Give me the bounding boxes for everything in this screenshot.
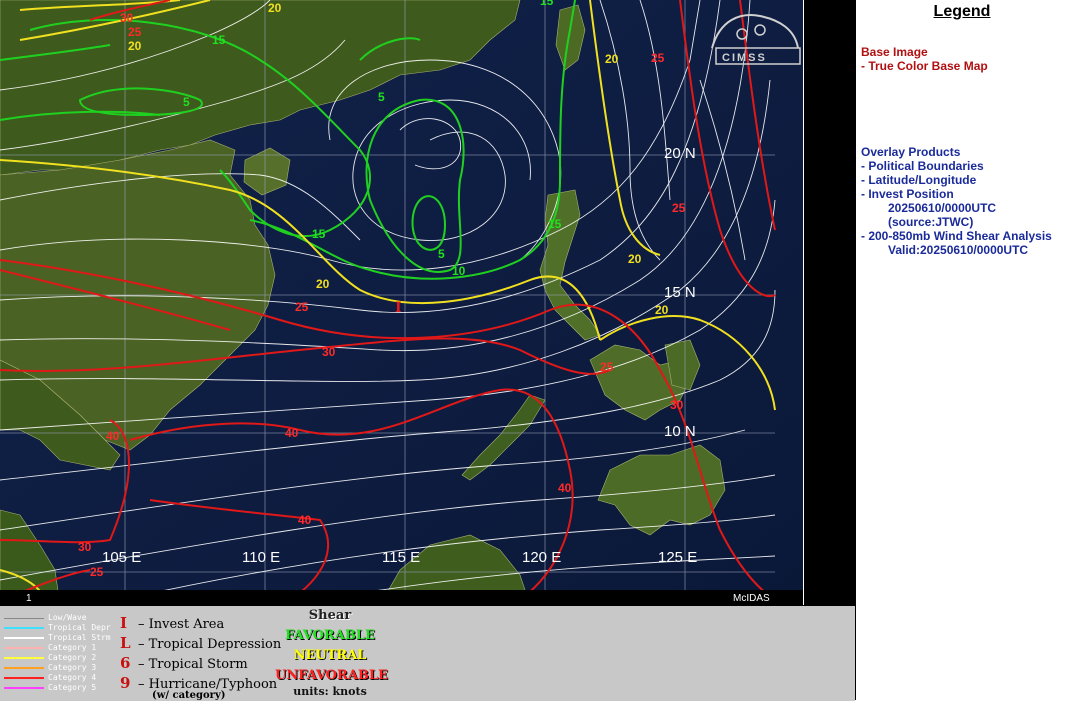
- lat-label-15n: 15 N: [664, 284, 696, 301]
- contour-label: 15: [548, 217, 562, 231]
- contour-label: 30: [78, 540, 92, 554]
- overlay-header: Overlay Products: [861, 145, 961, 159]
- storm-key-panel: Low/Wave Tropical Depr Tropical Strm Cat…: [0, 605, 855, 701]
- shear-title: Shear: [308, 608, 352, 623]
- map-footer-bar: [0, 590, 803, 605]
- lat-label-20n: 20 N: [664, 145, 696, 162]
- contour-label: 30: [120, 11, 134, 25]
- legend-title: Legend: [933, 3, 991, 20]
- category-note: (w/ category): [152, 690, 226, 701]
- key-row-low: Low/Wave: [4, 613, 87, 623]
- key-row-cat5: Category 5: [4, 683, 96, 693]
- legend-panel: Legend Base Image - True Color Base Map …: [855, 0, 1067, 700]
- overlay-item-boundaries: - Political Boundaries: [861, 159, 984, 173]
- units-label: units: knots: [293, 685, 367, 698]
- overlay-item-shear: - 200-850mb Wind Shear Analysis: [861, 229, 1052, 243]
- cimss-logo-text: CIMSS: [722, 52, 767, 64]
- shear-neutral: NEUTRAL: [293, 648, 367, 663]
- contour-label: 10: [452, 264, 466, 278]
- contour-label: 25: [295, 300, 309, 314]
- symbol-td: L – Tropical Depression: [120, 634, 282, 652]
- key-row-cat1: Category 1: [4, 643, 96, 653]
- key-row-td: Tropical Depr: [4, 623, 111, 633]
- key-row-cat4: Category 4: [4, 673, 96, 683]
- contour-label: 20: [628, 252, 642, 266]
- contour-label: 25: [128, 25, 142, 39]
- contour-label: 20: [605, 52, 619, 66]
- contour-label: 30: [322, 345, 336, 359]
- overlay-shear-valid: Valid:20250610/0000UTC: [888, 243, 1029, 257]
- overlay-item-invest: - Invest Position: [861, 187, 954, 201]
- lon-label-115e: 115 E: [382, 549, 420, 566]
- contour-label: 25: [651, 51, 665, 65]
- base-image-item: - True Color Base Map: [861, 59, 988, 73]
- contour-label: 5: [438, 247, 445, 261]
- shear-map: 15 5 5 15 15 10 5 15 20 20 20 20 20 20 3…: [0, 0, 803, 606]
- symbol-invest: I – Invest Area: [120, 614, 225, 632]
- symbol-ts: 6– Tropical Storm: [120, 654, 248, 672]
- lon-label-120e: 120 E: [522, 549, 561, 566]
- map-canvas: 15 5 5 15 15 10 5 15 20 20 20 20 20 20 3…: [0, 0, 803, 606]
- overlay-invest-source: (source:JTWC): [888, 215, 974, 229]
- contour-label: 5: [183, 95, 190, 109]
- contour-label: 20: [128, 39, 142, 53]
- lon-label-125e: 125 E: [658, 549, 697, 566]
- contour-label: 5: [378, 90, 385, 104]
- shear-unfavorable: UNFAVORABLE: [275, 668, 388, 683]
- contour-label: 40: [558, 481, 572, 495]
- contour-label: 40: [106, 429, 120, 443]
- contour-label: 25: [90, 565, 104, 579]
- map-side-strip: [803, 0, 855, 605]
- base-image-header: Base Image: [861, 45, 928, 59]
- invest-marker: I: [395, 300, 402, 316]
- contour-label: 40: [285, 426, 299, 440]
- contour-label: 15: [312, 227, 326, 241]
- contour-label: 40: [298, 513, 312, 527]
- contour-label: 25: [600, 360, 614, 374]
- shear-favorable: FAVORABLE: [285, 628, 375, 643]
- key-row-cat2: Category 2: [4, 653, 96, 663]
- frame-number: 1: [26, 593, 32, 604]
- contour-label: 30: [670, 398, 684, 412]
- contour-label: 15: [212, 33, 226, 47]
- key-row-ts: Tropical Strm: [4, 633, 111, 643]
- lon-label-105e: 105 E: [102, 549, 141, 566]
- contour-label: 20: [316, 277, 330, 291]
- contour-label: 15: [540, 0, 554, 8]
- contour-label: 20: [655, 303, 669, 317]
- mcidas-label: McIDAS: [733, 593, 770, 604]
- overlay-item-latlon: - Latitude/Longitude: [861, 173, 977, 187]
- lat-label-10n: 10 N: [664, 423, 696, 440]
- contour-label: 25: [672, 201, 686, 215]
- contour-label: 20: [268, 1, 282, 15]
- overlay-invest-time: 20250610/0000UTC: [888, 201, 997, 215]
- key-row-cat3: Category 3: [4, 663, 96, 673]
- lon-label-110e: 110 E: [242, 549, 280, 566]
